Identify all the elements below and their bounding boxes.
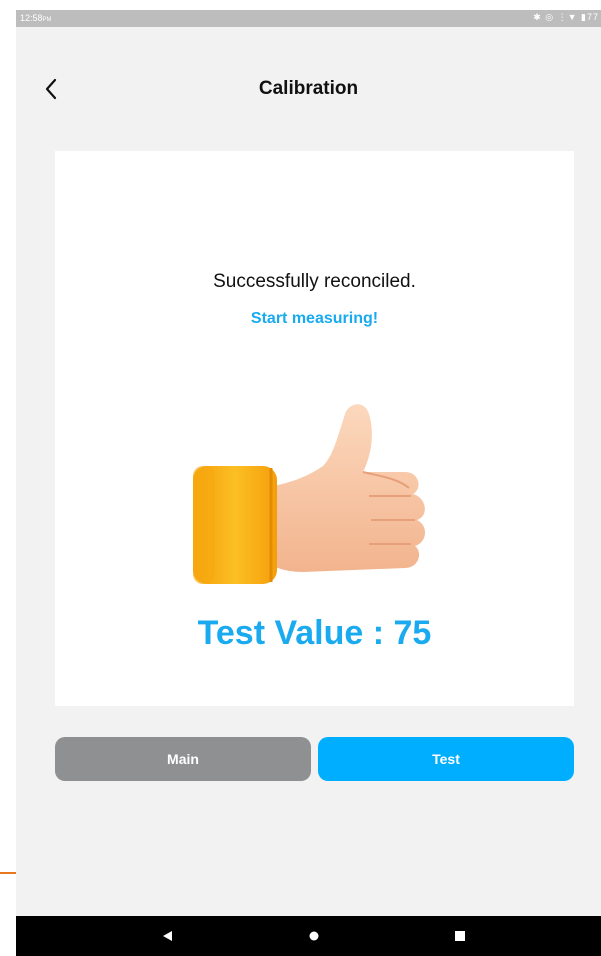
back-triangle-icon	[163, 931, 172, 941]
status-time: 12:58PM	[20, 13, 52, 23]
result-card: Successfully reconciled. Start measuring…	[55, 151, 574, 706]
status-icons: ✱ ◎ ⋮▼ ▮77	[533, 12, 599, 22]
thumbs-up-icon	[193, 404, 426, 584]
recents-square-icon	[455, 931, 465, 941]
header: Calibration	[16, 70, 601, 110]
main-button[interactable]: Main	[55, 737, 311, 781]
home-circle-icon	[309, 931, 319, 941]
test-value: Test Value : 75	[197, 614, 432, 652]
nav-home-button[interactable]	[284, 916, 344, 956]
success-message: Successfully reconciled.	[213, 271, 416, 292]
status-bar: 12:58PM ✱ ◎ ⋮▼ ▮77	[16, 10, 601, 27]
accent-line	[0, 872, 16, 874]
test-button[interactable]: Test	[318, 737, 574, 781]
app-screen: 12:58PM ✱ ◎ ⋮▼ ▮77 Calibration Successfu…	[16, 10, 601, 956]
start-measuring-text: Start measuring!	[250, 310, 379, 327]
navigation-bar	[16, 916, 601, 956]
nav-recents-button[interactable]	[430, 916, 490, 956]
page-title: Calibration	[258, 78, 359, 99]
nav-back-button[interactable]	[138, 916, 198, 956]
